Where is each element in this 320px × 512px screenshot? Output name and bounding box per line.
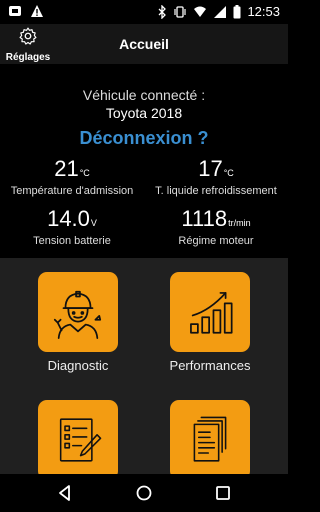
vehicle-heading: Véhicule connecté : (82, 87, 206, 103)
feature-grid: Diagnostic Performances (0, 258, 288, 474)
diagnostic-tile[interactable] (38, 272, 118, 352)
back-icon[interactable] (56, 484, 74, 502)
battery-label: Tension batterie (33, 235, 111, 247)
battery-unit: V (90, 218, 97, 228)
recents-icon[interactable] (214, 484, 232, 502)
coolant-temp-unit: °C (223, 168, 234, 178)
disconnect-link[interactable]: Déconnexion ? (0, 128, 288, 149)
settings-label: Réglages (5, 52, 51, 63)
intake-temp-metric: 21°C Température d'admission (0, 156, 144, 197)
vibrate-icon (174, 5, 187, 18)
checklist-tile[interactable] (38, 400, 118, 474)
intake-temp-unit: °C (79, 168, 90, 178)
navigation-bar (0, 474, 288, 512)
status-bar: 12:53 (0, 0, 288, 24)
coolant-temp-label: T. liquide refroidissement (155, 185, 277, 197)
rpm-metric: 1118tr/min Régime moteur (144, 206, 288, 247)
signal-icon (214, 5, 227, 18)
intake-temp-value: 21 (54, 156, 79, 181)
diagnostic-label[interactable]: Diagnostic (6, 358, 150, 373)
app-notification-icon (9, 6, 21, 16)
battery-value: 14.0 (47, 206, 90, 231)
vehicle-model: Toyota 2018 (105, 105, 183, 121)
rpm-unit: tr/min (228, 218, 251, 228)
warning-icon (31, 5, 43, 17)
battery-icon (233, 4, 241, 18)
wifi-icon (194, 6, 207, 17)
vehicle-info: Véhicule connecté : Toyota 2018 (0, 86, 288, 122)
coolant-temp-metric: 17°C T. liquide refroidissement (144, 156, 288, 197)
documents-icon (193, 416, 227, 462)
performances-label[interactable]: Performances (138, 358, 282, 373)
rpm-value: 1118 (181, 206, 228, 231)
clock: 12:53 (247, 4, 280, 19)
page-title: Accueil (119, 36, 169, 52)
intake-temp-label: Température d'admission (10, 185, 134, 197)
checklist-icon (59, 418, 102, 462)
rpm-label: Régime moteur (178, 235, 254, 247)
mechanic-icon (53, 290, 102, 339)
coolant-temp-value: 17 (198, 156, 223, 181)
home-icon[interactable] (135, 484, 153, 502)
performances-tile[interactable] (170, 272, 250, 352)
bluetooth-icon (158, 4, 167, 19)
documents-tile[interactable] (170, 400, 250, 474)
growth-chart-icon (190, 292, 233, 334)
battery-metric: 14.0V Tension batterie (0, 206, 144, 247)
